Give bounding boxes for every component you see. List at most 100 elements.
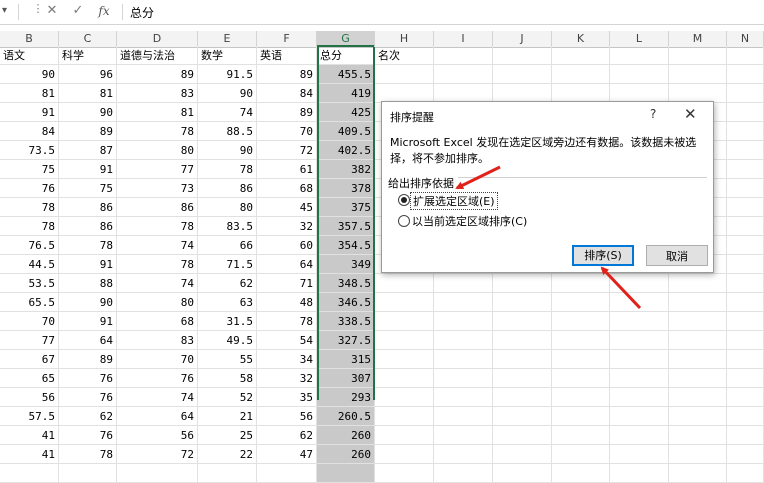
table-cell[interactable] xyxy=(375,426,434,445)
table-cell[interactable]: 260 xyxy=(317,445,375,464)
table-cell[interactable] xyxy=(375,274,434,293)
header-cell[interactable]: 总分 xyxy=(317,46,375,65)
table-cell[interactable]: 86 xyxy=(117,198,198,217)
table-cell[interactable]: 44.5 xyxy=(0,255,59,274)
table-cell[interactable]: 78 xyxy=(0,198,59,217)
table-cell[interactable] xyxy=(552,350,610,369)
table-cell[interactable]: 307 xyxy=(317,369,375,388)
table-cell[interactable] xyxy=(375,388,434,407)
table-cell[interactable] xyxy=(610,407,669,426)
table-cell[interactable]: 89 xyxy=(257,65,317,84)
table-cell[interactable]: 91.5 xyxy=(198,65,257,84)
table-cell[interactable]: 63 xyxy=(198,293,257,312)
table-cell[interactable] xyxy=(375,65,434,84)
table-cell[interactable]: 81 xyxy=(59,84,117,103)
table-cell[interactable]: 22 xyxy=(198,445,257,464)
table-cell[interactable] xyxy=(493,445,552,464)
cancel-icon[interactable]: ✕ xyxy=(44,3,60,18)
table-cell[interactable] xyxy=(669,407,727,426)
table-cell[interactable]: 76 xyxy=(117,369,198,388)
column-header-n[interactable]: N xyxy=(727,31,764,47)
table-cell[interactable]: 32 xyxy=(257,369,317,388)
table-cell[interactable] xyxy=(669,388,727,407)
table-cell[interactable]: 357.5 xyxy=(317,217,375,236)
table-cell[interactable]: 80 xyxy=(117,141,198,160)
table-cell[interactable]: 78 xyxy=(117,122,198,141)
header-cell[interactable]: 科学 xyxy=(59,46,117,65)
formula-input[interactable]: 总分 xyxy=(130,4,154,21)
table-cell[interactable]: 382 xyxy=(317,160,375,179)
table-cell[interactable]: 31.5 xyxy=(198,312,257,331)
table-cell[interactable]: 65 xyxy=(0,369,59,388)
table-cell[interactable]: 80 xyxy=(198,198,257,217)
table-cell[interactable]: 76 xyxy=(59,369,117,388)
name-box-dropdown-icon[interactable]: ▾ xyxy=(2,5,7,16)
table-cell[interactable]: 90 xyxy=(59,293,117,312)
table-cell[interactable]: 70 xyxy=(117,350,198,369)
column-header-l[interactable]: L xyxy=(610,31,669,47)
table-cell[interactable] xyxy=(669,350,727,369)
table-cell[interactable] xyxy=(375,293,434,312)
table-cell[interactable]: 68 xyxy=(117,312,198,331)
table-cell[interactable] xyxy=(375,445,434,464)
table-cell[interactable] xyxy=(257,464,317,483)
table-cell[interactable] xyxy=(552,274,610,293)
table-cell[interactable] xyxy=(375,464,434,483)
table-cell[interactable]: 78 xyxy=(257,312,317,331)
column-header-f[interactable]: F xyxy=(257,31,317,47)
table-cell[interactable] xyxy=(552,426,610,445)
table-cell[interactable] xyxy=(434,426,493,445)
column-header-d[interactable]: D xyxy=(117,31,198,47)
table-cell[interactable]: 71 xyxy=(257,274,317,293)
table-cell[interactable]: 47 xyxy=(257,445,317,464)
table-cell[interactable]: 84 xyxy=(257,84,317,103)
header-cell[interactable]: 道德与法治 xyxy=(117,46,198,65)
table-cell[interactable] xyxy=(669,312,727,331)
table-cell[interactable]: 78 xyxy=(59,236,117,255)
table-cell[interactable] xyxy=(669,331,727,350)
table-cell[interactable] xyxy=(669,426,727,445)
table-cell[interactable]: 76 xyxy=(59,388,117,407)
table-cell[interactable] xyxy=(493,426,552,445)
table-cell[interactable]: 67 xyxy=(0,350,59,369)
table-cell[interactable] xyxy=(610,426,669,445)
table-cell[interactable] xyxy=(59,464,117,483)
table-cell[interactable] xyxy=(610,65,669,84)
table-cell[interactable] xyxy=(375,350,434,369)
table-cell[interactable] xyxy=(727,426,764,445)
table-cell[interactable] xyxy=(727,464,764,483)
table-cell[interactable]: 88 xyxy=(59,274,117,293)
table-cell[interactable]: 49.5 xyxy=(198,331,257,350)
table-cell[interactable]: 346.5 xyxy=(317,293,375,312)
table-cell[interactable]: 62 xyxy=(59,407,117,426)
table-cell[interactable] xyxy=(434,331,493,350)
table-cell[interactable] xyxy=(727,407,764,426)
table-cell[interactable] xyxy=(493,312,552,331)
table-cell[interactable] xyxy=(727,217,764,236)
table-cell[interactable]: 83.5 xyxy=(198,217,257,236)
table-cell[interactable]: 74 xyxy=(198,103,257,122)
column-header-h[interactable]: H xyxy=(375,31,434,47)
table-cell[interactable]: 64 xyxy=(257,255,317,274)
table-cell[interactable] xyxy=(669,293,727,312)
table-cell[interactable] xyxy=(198,464,257,483)
table-cell[interactable]: 60 xyxy=(257,236,317,255)
table-cell[interactable] xyxy=(610,445,669,464)
table-cell[interactable]: 72 xyxy=(257,141,317,160)
table-cell[interactable] xyxy=(552,331,610,350)
table-cell[interactable]: 88.5 xyxy=(198,122,257,141)
column-header-k[interactable]: K xyxy=(552,31,610,47)
table-cell[interactable] xyxy=(669,369,727,388)
header-cell[interactable] xyxy=(727,46,764,65)
header-cell[interactable] xyxy=(669,46,727,65)
insert-function-icon[interactable]: fx xyxy=(96,4,112,18)
table-cell[interactable] xyxy=(317,464,375,483)
table-cell[interactable] xyxy=(434,350,493,369)
table-cell[interactable] xyxy=(727,445,764,464)
table-cell[interactable]: 90 xyxy=(0,65,59,84)
table-cell[interactable] xyxy=(375,369,434,388)
table-cell[interactable] xyxy=(375,407,434,426)
sort-button[interactable]: 排序(S) xyxy=(572,245,634,266)
table-cell[interactable]: 68 xyxy=(257,179,317,198)
table-cell[interactable] xyxy=(727,103,764,122)
